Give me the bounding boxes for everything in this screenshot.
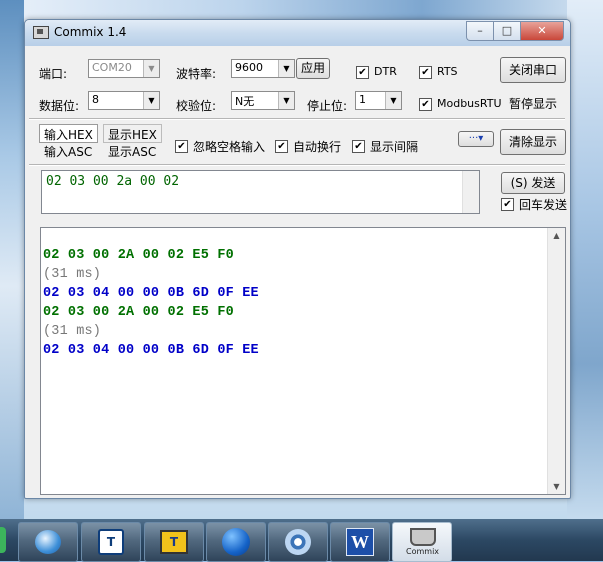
- taskbar: T T W Commix: [0, 519, 603, 562]
- port-label: 端口:: [39, 67, 68, 81]
- minimize-button[interactable]: –: [466, 21, 493, 41]
- commix-window: Commix 1.4 – □ ✕ 端口: COM20 ▼ 波特率: 9600 ▼…: [24, 19, 571, 499]
- close-button[interactable]: ✕: [520, 21, 564, 41]
- chevron-down-icon: ▼: [278, 92, 294, 109]
- chevron-down-icon: ▼: [143, 92, 159, 109]
- parity-select[interactable]: N无 ▼: [231, 91, 295, 110]
- partial-app-icon[interactable]: [0, 527, 6, 553]
- send-button[interactable]: (S) 发送: [501, 172, 565, 194]
- divider: [29, 118, 565, 120]
- stopbits-value: 1: [359, 93, 366, 106]
- caption-buttons: – □ ✕: [466, 21, 564, 41]
- serial-port-icon: [410, 528, 436, 546]
- qq-app-icon: [35, 530, 61, 554]
- taskbar-item-text[interactable]: T: [81, 522, 141, 562]
- show-hex-option[interactable]: 显示HEX: [108, 126, 157, 143]
- receive-scrollbar[interactable]: ▲ ▼: [547, 228, 565, 494]
- baud-select[interactable]: 9600 ▼: [231, 59, 295, 78]
- clear-display-button[interactable]: 清除显示: [500, 129, 566, 155]
- log-line: (31 ms): [43, 267, 102, 282]
- show-interval-checkbox[interactable]: ✔: [352, 140, 365, 153]
- taskbar-item-qq[interactable]: [18, 522, 78, 562]
- dtr-label: DTR: [374, 65, 397, 78]
- input-mode-group: 输入HEX 输入ASC: [39, 124, 98, 160]
- log-line: 02 03 00 2A 00 02 E5 F0: [43, 305, 234, 320]
- chevron-down-icon: ▼: [143, 60, 159, 77]
- scroll-up-icon[interactable]: ▲: [548, 231, 565, 240]
- text-app-icon-2: T: [160, 530, 188, 554]
- taskbar-item-text-2[interactable]: T: [144, 522, 204, 562]
- baud-label: 波特率:: [176, 67, 217, 81]
- show-interval-label: 显示间隔: [370, 140, 419, 154]
- send-text: 02 03 00 2a 00 02: [46, 174, 180, 189]
- ignore-space-label: 忽略空格输入: [193, 140, 266, 154]
- modbus-checkbox[interactable]: ✔: [419, 98, 432, 111]
- display-mode-group: 显示HEX 显示ASC: [103, 124, 162, 160]
- input-asc-option[interactable]: 输入ASC: [44, 143, 92, 160]
- scroll-down-icon[interactable]: ▼: [548, 482, 565, 491]
- serial-port-icon: [33, 26, 49, 39]
- send-scrollbar[interactable]: [462, 171, 479, 213]
- show-asc-option[interactable]: 显示ASC: [108, 143, 156, 160]
- send-input[interactable]: 02 03 00 2a 00 02: [41, 170, 480, 214]
- auto-wrap-checkbox[interactable]: ✔: [275, 140, 288, 153]
- word-app-icon: W: [346, 528, 374, 556]
- stopbits-select[interactable]: 1 ▼: [355, 91, 402, 110]
- taskbar-item-word[interactable]: W: [330, 522, 390, 562]
- databits-value: 8: [92, 93, 99, 106]
- pause-display-button[interactable]: 暂停显示: [509, 95, 557, 112]
- parity-label: 校验位:: [176, 99, 217, 113]
- log-line: 02 03 00 2A 00 02 E5 F0: [43, 248, 234, 263]
- taskbar-item-commix[interactable]: Commix: [392, 522, 452, 562]
- log-line: (31 ms): [43, 324, 102, 339]
- auto-wrap-label: 自动换行: [293, 140, 342, 154]
- stopbits-label: 停止位:: [307, 99, 348, 113]
- text-app-icon: T: [98, 529, 124, 555]
- desktop-background-left: [0, 0, 24, 520]
- window-title: Commix 1.4: [54, 25, 127, 39]
- modbus-label: ModbusRTU: [437, 97, 502, 110]
- maximize-button[interactable]: □: [493, 21, 520, 41]
- databits-select[interactable]: 8 ▼: [88, 91, 160, 110]
- databits-label: 数据位:: [39, 99, 80, 113]
- input-hex-option[interactable]: 输入HEX: [44, 126, 93, 143]
- receive-output[interactable]: 02 03 00 2A 00 02 E5 F0 (31 ms) 02 03 04 0…: [40, 227, 566, 495]
- divider: [29, 164, 565, 166]
- ignore-space-checkbox[interactable]: ✔: [175, 140, 188, 153]
- network-app-icon: [285, 529, 311, 555]
- chevron-down-icon: ▼: [278, 60, 294, 77]
- taskbar-item-globe[interactable]: [206, 522, 266, 562]
- log-line: 02 03 04 00 00 0B 6D 0F EE: [43, 286, 259, 301]
- taskbar-item-network[interactable]: [268, 522, 328, 562]
- log-line: 02 03 04 00 00 0B 6D 0F EE: [43, 343, 259, 358]
- cr-send-checkbox[interactable]: ✔: [501, 198, 514, 211]
- close-port-button[interactable]: 关闭串口: [500, 57, 566, 83]
- baud-value: 9600: [235, 61, 263, 74]
- globe-app-icon: [222, 528, 250, 556]
- parity-value: N无: [235, 95, 255, 108]
- title-bar[interactable]: Commix 1.4 – □ ✕: [25, 20, 570, 46]
- cr-send-label: 回车发送: [519, 198, 568, 212]
- rts-checkbox[interactable]: ✔: [419, 66, 432, 79]
- chevron-down-icon: ▼: [385, 92, 401, 109]
- rts-label: RTS: [437, 65, 458, 78]
- commix-caption: Commix: [406, 547, 440, 556]
- port-select[interactable]: COM20 ▼: [88, 59, 160, 78]
- apply-button[interactable]: 应用: [296, 58, 330, 79]
- desktop-background-right: [567, 0, 603, 520]
- more-options-button[interactable]: ···▾: [458, 131, 494, 147]
- dtr-checkbox[interactable]: ✔: [356, 66, 369, 79]
- port-value: COM20: [92, 61, 132, 74]
